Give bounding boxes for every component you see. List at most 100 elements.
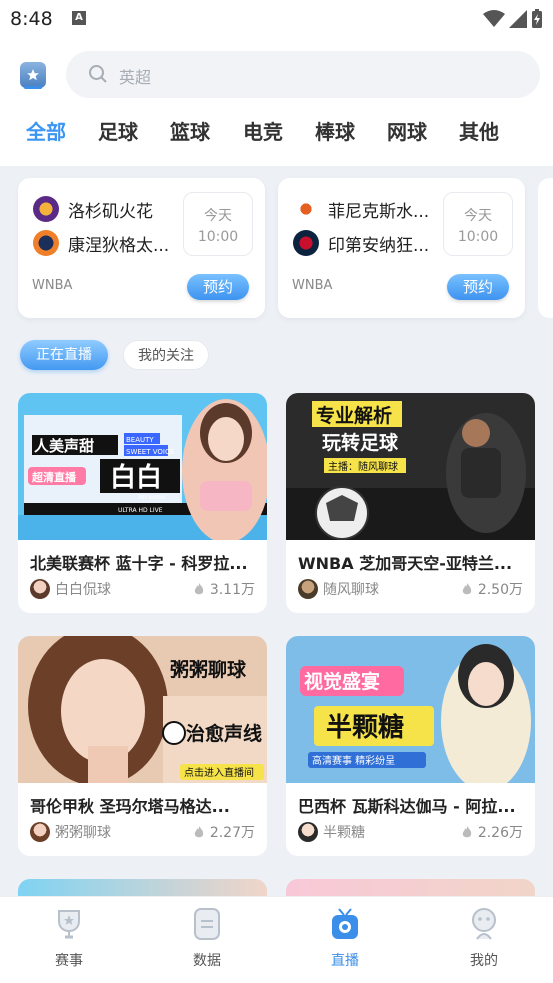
- wifi-icon: [483, 10, 505, 27]
- streamer-avatar: [298, 822, 318, 842]
- signal-icon: [509, 10, 527, 28]
- tab-tennis[interactable]: 网球: [387, 116, 427, 145]
- team-logo-sun: [33, 230, 59, 256]
- live-card[interactable]: 视觉盛宴 半颗糖 高清赛事 精彩纷呈 巴西杯 瓦斯科达伽马 - 阿拉... 半颗…: [286, 636, 535, 856]
- tabbar-live[interactable]: 直播: [305, 907, 385, 970]
- tabbar-events[interactable]: 赛事: [29, 907, 109, 970]
- match-time: 10:00: [457, 229, 499, 245]
- category-tabs: 全部 足球 篮球 电竞 棒球 网球 其他: [0, 116, 553, 152]
- thumbnail-art: 人美声甜 白白 超清直播 BEAUTY SWEET VOICE ULTRA HD…: [18, 393, 267, 540]
- match-day: 今天: [204, 208, 232, 224]
- app-logo-button[interactable]: [20, 62, 46, 88]
- flame-icon: [194, 583, 204, 595]
- tabbar-label: 数据: [193, 953, 221, 969]
- tab-basketball[interactable]: 篮球: [170, 116, 210, 145]
- live-thumbnail-partial: [18, 879, 267, 896]
- live-thumbnail: 人美声甜 白白 超清直播 BEAUTY SWEET VOICE ULTRA HD…: [18, 393, 267, 540]
- streamer-name: 随风聊球: [323, 582, 379, 598]
- flame-icon: [462, 583, 472, 595]
- thumb-sub1-text: BEAUTY: [126, 436, 154, 444]
- filter-live[interactable]: 正在直播: [20, 340, 108, 370]
- heat-value: 2.26万: [477, 825, 523, 841]
- flame-icon: [462, 826, 472, 838]
- thumb-name-text: 白白: [110, 462, 162, 493]
- tabbar-data[interactable]: 数据: [167, 907, 247, 970]
- reserve-button[interactable]: 预约: [447, 274, 509, 300]
- data-icon: [194, 908, 220, 940]
- team-logo-sparks: [33, 196, 59, 222]
- tab-baseball[interactable]: 棒球: [315, 116, 355, 145]
- live-card[interactable]: 粥粥聊球 治愈声线 点击进入直播间 哥伦甲秋 圣玛尔塔马格达... 粥粥聊球 2…: [18, 636, 267, 856]
- tabbar-me[interactable]: 我的: [444, 907, 524, 970]
- heat-value: 3.11万: [209, 582, 255, 598]
- streamer-name: 粥粥聊球: [55, 825, 111, 841]
- home-team-name: 洛杉矶火花: [68, 201, 153, 222]
- tabbar-label: 我的: [470, 953, 498, 969]
- tabbar-label: 直播: [331, 953, 359, 969]
- away-team-name: 印第安纳狂...: [328, 235, 430, 256]
- live-thumbnail: 视觉盛宴 半颗糖 高清赛事 精彩纷呈: [286, 636, 535, 783]
- match-card[interactable]: 洛杉矶火花 康涅狄格太... 今天 10:00 WNBA 预约: [18, 178, 265, 318]
- heat-count: 2.26万: [460, 822, 523, 842]
- live-thumbnail-partial: [286, 879, 535, 896]
- streamer-avatar: [30, 579, 50, 599]
- away-team-name: 康涅狄格太...: [68, 235, 170, 256]
- main-content: 洛杉矶火花 康涅狄格太... 今天 10:00 WNBA 预约 菲尼克斯水...…: [0, 166, 553, 896]
- live-card[interactable]: 专业解析 玩转足球 主播：随风聊球 WNBA 芝加哥天空-亚特兰... 随风聊球…: [286, 393, 535, 613]
- thumb-tag-text: 点击进入直播间: [184, 766, 254, 779]
- heat-value: 2.27万: [209, 825, 255, 841]
- thumb-title-text: 人美声甜: [34, 437, 94, 455]
- system-icons: [483, 9, 543, 29]
- thumb-line1-text: 专业解析: [316, 404, 392, 427]
- streamer-avatar: [298, 579, 318, 599]
- match-time-box: 今天 10:00: [443, 192, 513, 256]
- home-team: 菲尼克斯水...: [293, 196, 429, 222]
- league-label: WNBA: [32, 278, 73, 293]
- filter-following[interactable]: 我的关注: [123, 340, 209, 370]
- thumb-line2-text: 治愈声线: [186, 722, 262, 745]
- live-title: 巴西杯 瓦斯科达伽马 - 阿拉...: [298, 797, 516, 816]
- live-card-partial[interactable]: [18, 879, 267, 896]
- live-card[interactable]: 人美声甜 白白 超清直播 BEAUTY SWEET VOICE ULTRA HD…: [18, 393, 267, 613]
- thumb-strip-text: ULTRA HD LIVE: [118, 507, 163, 514]
- thumbnail-art: 视觉盛宴 半颗糖 高清赛事 精彩纷呈: [286, 636, 535, 783]
- thumb-line1-text: 粥粥聊球: [170, 658, 247, 681]
- match-time-box: 今天 10:00: [183, 192, 253, 256]
- heat-count: 3.11万: [192, 579, 255, 599]
- live-thumbnail: 专业解析 玩转足球 主播：随风聊球: [286, 393, 535, 540]
- league-label: WNBA: [292, 278, 333, 293]
- match-card[interactable]: 菲尼克斯水... 印第安纳狂... 今天 10:00 WNBA 预约: [278, 178, 525, 318]
- thumb-tag-text: 主播：随风聊球: [328, 460, 398, 473]
- reserve-button[interactable]: 预约: [187, 274, 249, 300]
- trophy-icon: [58, 910, 80, 939]
- match-day: 今天: [464, 208, 492, 224]
- streamer-name: 半颗糖: [323, 825, 365, 841]
- search-bar[interactable]: 英超: [66, 51, 540, 98]
- tab-esports[interactable]: 电竞: [243, 116, 283, 145]
- tab-football[interactable]: 足球: [98, 116, 138, 145]
- thumb-badge-text: MEI BAIBAI: [138, 495, 165, 501]
- heat-count: 2.27万: [192, 822, 255, 842]
- battery-icon: [532, 9, 542, 28]
- bottom-tab-bar: 赛事 数据 直播 我的: [0, 896, 553, 983]
- thumb-tag-text: 超清直播: [31, 470, 77, 484]
- search-placeholder: 英超: [119, 68, 152, 87]
- home-team-name: 菲尼克斯水...: [328, 201, 430, 222]
- search-icon: [89, 65, 107, 83]
- heat-count: 2.50万: [460, 579, 523, 599]
- star-icon: [27, 69, 39, 81]
- notification-a-icon: A: [72, 11, 86, 25]
- live-title: 北美联赛杯 蓝十字 - 科罗拉...: [30, 554, 248, 573]
- profile-icon: [472, 908, 496, 940]
- thumbnail-art: 专业解析 玩转足球 主播：随风聊球: [286, 393, 535, 540]
- thumb-line1-text: 视觉盛宴: [304, 670, 380, 693]
- logo-underline: [24, 86, 42, 89]
- match-card-peek[interactable]: [538, 178, 553, 318]
- live-card-partial[interactable]: [286, 879, 535, 896]
- tab-all[interactable]: 全部: [26, 116, 66, 145]
- live-thumbnail: 粥粥聊球 治愈声线 点击进入直播间: [18, 636, 267, 783]
- flame-icon: [194, 826, 204, 838]
- tabbar-label: 赛事: [55, 953, 83, 969]
- streamer-name: 白白侃球: [55, 582, 111, 598]
- tab-other[interactable]: 其他: [459, 116, 499, 145]
